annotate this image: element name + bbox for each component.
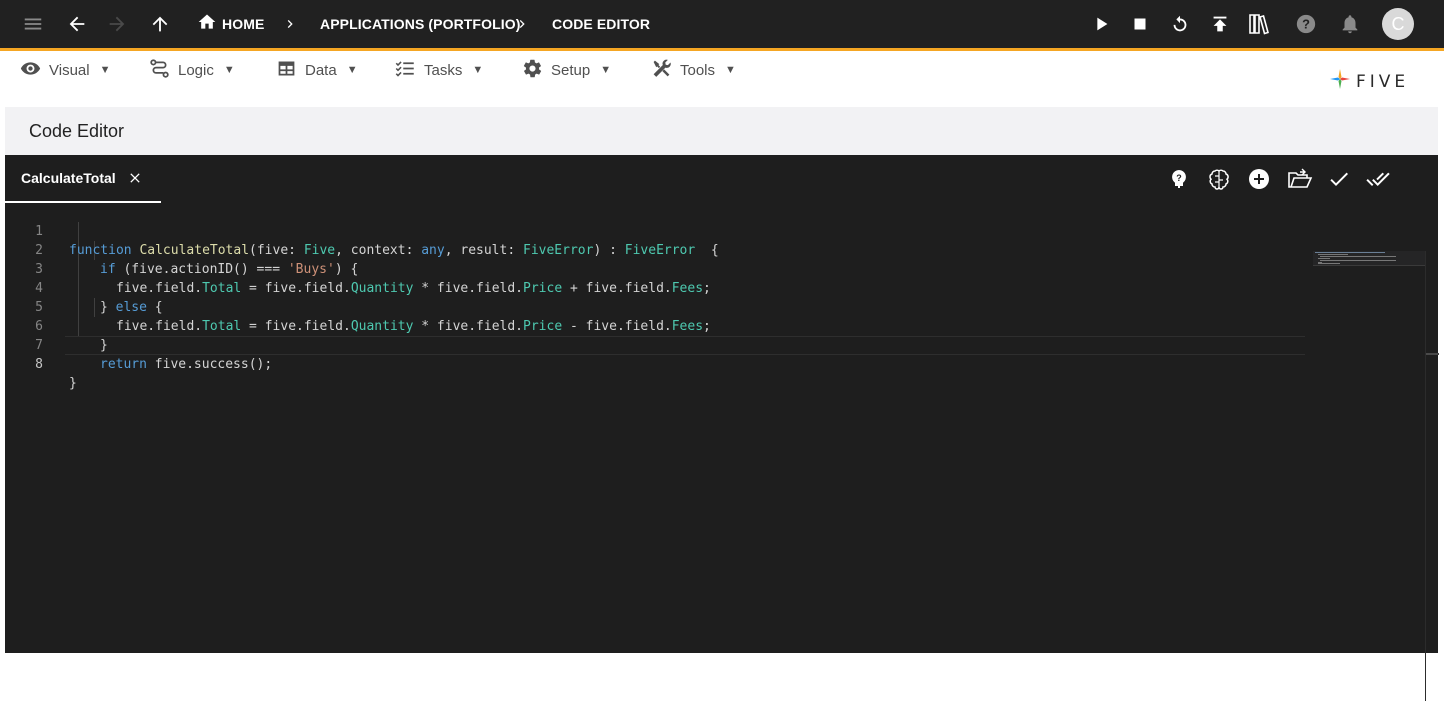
- chevron-right-icon: [282, 0, 298, 48]
- up-arrow-icon[interactable]: [149, 0, 171, 48]
- code-line: 3 five.field.Total = five.field.Quantity…: [5, 241, 1305, 296]
- five-logo-mark-icon: [1328, 67, 1352, 96]
- library-books-icon[interactable]: [1248, 0, 1274, 48]
- code-line: 1 function CalculateTotal(five: Five, co…: [5, 203, 1305, 258]
- eye-icon: [20, 58, 41, 83]
- menu-visual-label: Visual: [49, 61, 90, 79]
- code-line: 6 }: [5, 298, 1305, 353]
- caret-down-icon: ▼: [472, 64, 484, 76]
- add-circle-icon[interactable]: [1247, 167, 1271, 191]
- avatar-initial: C: [1382, 8, 1414, 40]
- breadcrumb-home-label: HOME: [222, 16, 265, 32]
- close-icon[interactable]: [127, 170, 143, 189]
- page-header: Code Editor: [5, 107, 1438, 155]
- menu-setup-label: Setup: [551, 61, 591, 79]
- chevron-right-icon: [514, 0, 530, 48]
- notifications-bell-icon[interactable]: [1339, 0, 1361, 48]
- caret-down-icon: ▼: [99, 64, 111, 76]
- five-logo: FIVE: [1328, 67, 1409, 96]
- scrollbar-marker: [1426, 353, 1439, 355]
- top-app-bar: HOME APPLICATIONS (PORTFOLIO) CODE EDITO…: [0, 0, 1444, 51]
- menu-logic[interactable]: Logic ▼: [149, 58, 235, 83]
- home-icon: [197, 12, 217, 37]
- forward-arrow-icon[interactable]: [106, 0, 128, 48]
- caret-down-icon: ▼: [725, 64, 736, 76]
- gear-icon: [522, 58, 543, 83]
- editor-header: CalculateTotal ?: [5, 155, 1438, 203]
- user-avatar[interactable]: C: [1382, 0, 1414, 48]
- code-line: 4 } else {: [5, 260, 1305, 315]
- menu-tasks[interactable]: Tasks ▼: [394, 59, 483, 81]
- tools-icon: [651, 58, 672, 83]
- vertical-scrollbar[interactable]: [1425, 251, 1439, 701]
- five-logo-text: FIVE: [1356, 71, 1410, 92]
- code-line: 7 return five.success();: [5, 317, 1305, 372]
- tab-label: CalculateTotal: [21, 170, 116, 186]
- menu-tools-label: Tools: [680, 61, 716, 79]
- double-check-icon[interactable]: [1366, 167, 1390, 191]
- refresh-icon[interactable]: [1169, 0, 1191, 48]
- line-content: return five.success();: [100, 357, 273, 372]
- check-icon[interactable]: [1327, 167, 1351, 191]
- back-arrow-icon[interactable]: [66, 0, 88, 48]
- code-editor-panel: CalculateTotal ? 1 function CalculateTot…: [5, 155, 1439, 701]
- breadcrumb-code-editor[interactable]: CODE EDITOR: [552, 0, 650, 48]
- code-area[interactable]: 1 function CalculateTotal(five: Five, co…: [5, 203, 1439, 701]
- menu-logic-label: Logic: [178, 61, 214, 79]
- caret-down-icon: ▼: [600, 64, 612, 76]
- run-play-icon[interactable]: [1090, 0, 1112, 48]
- svg-text:?: ?: [1176, 173, 1182, 183]
- menu-visual[interactable]: Visual ▼: [20, 59, 110, 81]
- help-icon[interactable]: ?: [1295, 0, 1317, 48]
- logic-flow-icon: [149, 58, 170, 83]
- page-title: Code Editor: [29, 121, 125, 141]
- main-menu-bar: Visual ▼ Logic ▼ Data ▼ Tasks ▼ Setup ▼ …: [0, 51, 1444, 105]
- code-line: 5 five.field.Total = five.field.Quantity…: [5, 279, 1305, 334]
- menu-tools[interactable]: Tools ▼: [651, 59, 736, 81]
- breadcrumb-applications-label: APPLICATIONS (PORTFOLIO): [320, 16, 521, 32]
- menu-data-label: Data: [305, 61, 337, 79]
- checklist-icon: [394, 58, 416, 83]
- table-icon: [276, 58, 297, 83]
- help-bulb-icon[interactable]: ?: [1167, 167, 1191, 191]
- hamburger-menu-icon[interactable]: [22, 0, 44, 48]
- code-line: 2 if (five.actionID() === 'Buys') {: [5, 222, 1305, 277]
- minimap[interactable]: [1313, 251, 1425, 271]
- open-folder-icon[interactable]: [1287, 167, 1313, 191]
- breadcrumb-code-editor-label: CODE EDITOR: [552, 16, 651, 32]
- stop-icon[interactable]: [1129, 0, 1151, 48]
- line-number: 8: [35, 357, 43, 372]
- menu-data[interactable]: Data ▼: [276, 59, 358, 81]
- svg-text:?: ?: [1302, 17, 1310, 32]
- line-content: }: [69, 376, 77, 391]
- menu-tasks-label: Tasks: [424, 61, 463, 79]
- deploy-upload-icon[interactable]: [1209, 0, 1231, 48]
- brain-icon[interactable]: [1207, 167, 1231, 191]
- code-line: 8 }: [5, 336, 1305, 391]
- menu-setup[interactable]: Setup ▼: [522, 59, 611, 81]
- caret-down-icon: ▼: [346, 64, 358, 76]
- breadcrumb-home[interactable]: HOME: [197, 0, 264, 48]
- tab-calculate-total[interactable]: CalculateTotal: [5, 155, 161, 203]
- breadcrumb-applications[interactable]: APPLICATIONS (PORTFOLIO): [320, 0, 520, 48]
- caret-down-icon: ▼: [223, 64, 235, 76]
